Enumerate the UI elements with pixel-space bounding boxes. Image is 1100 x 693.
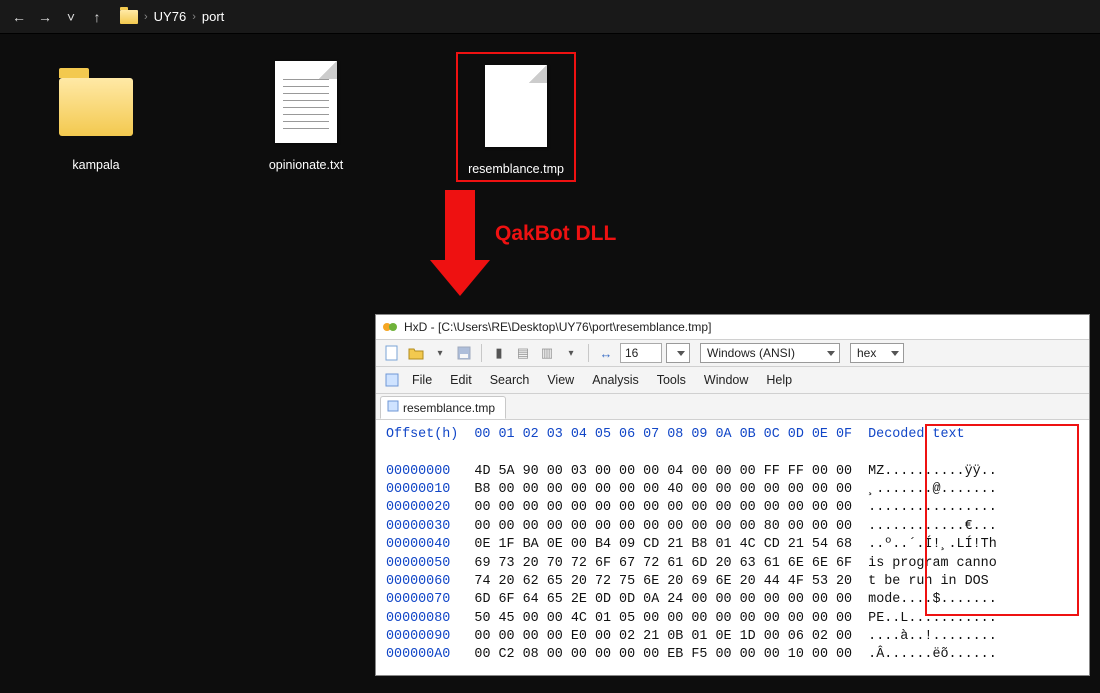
disk-icon[interactable]: ▮: [489, 343, 509, 363]
hxd-window: HxD - [C:\Users\RE\Desktop\UY76\port\res…: [375, 314, 1090, 676]
file-item-resemblance[interactable]: resemblance.tmp: [456, 52, 576, 182]
menu-file[interactable]: File: [404, 371, 440, 389]
menu-tools[interactable]: Tools: [649, 371, 694, 389]
annotation-label: QakBot DLL: [495, 222, 616, 246]
menu-edit[interactable]: Edit: [442, 371, 480, 389]
hxd-menubar: File Edit Search View Analysis Tools Win…: [376, 367, 1089, 394]
menu-view[interactable]: View: [539, 371, 582, 389]
clipboard-icon[interactable]: ▥: [537, 343, 557, 363]
breadcrumb-segment[interactable]: port: [198, 9, 228, 24]
hxd-tabbar: resemblance.tmp: [376, 394, 1089, 420]
open-file-icon[interactable]: [406, 343, 426, 363]
hxd-titlebar: HxD - [C:\Users\RE\Desktop\UY76\port\res…: [376, 315, 1089, 340]
folder-icon: [120, 10, 138, 24]
recent-dropdown[interactable]: ˅: [60, 6, 82, 28]
menu-search[interactable]: Search: [482, 371, 538, 389]
file-label: opinionate.txt: [246, 158, 366, 172]
columns-icon[interactable]: ↔: [596, 343, 616, 363]
text-file-icon: [275, 61, 337, 143]
hxd-tab[interactable]: resemblance.tmp: [380, 396, 506, 419]
file-item-opinionate[interactable]: opinionate.txt: [246, 52, 366, 172]
ram-icon[interactable]: ▤: [513, 343, 533, 363]
file-label: kampala: [36, 158, 156, 172]
file-item-kampala[interactable]: kampala: [36, 52, 156, 172]
hxd-small-icon: [382, 370, 402, 390]
dropdown-icon[interactable]: ▾: [430, 343, 450, 363]
breadcrumb-segment[interactable]: UY76: [150, 9, 191, 24]
hxd-tab-label: resemblance.tmp: [403, 401, 495, 415]
file-grid: kampala opinionate.txt resemblance.tmp: [0, 34, 1100, 200]
new-file-icon[interactable]: [382, 343, 402, 363]
save-icon[interactable]: [454, 343, 474, 363]
hxd-small-icon: [387, 400, 399, 415]
back-button[interactable]: ←: [8, 6, 30, 28]
hxd-icon: [382, 319, 398, 335]
menu-window[interactable]: Window: [696, 371, 756, 389]
dropdown-icon[interactable]: ▾: [561, 343, 581, 363]
columns-dropdown[interactable]: [666, 343, 690, 363]
hxd-title-text: HxD - [C:\Users\RE\Desktop\UY76\port\res…: [404, 320, 711, 334]
base-select[interactable]: hex: [850, 343, 904, 363]
file-label: resemblance.tmp: [458, 162, 574, 176]
menu-help[interactable]: Help: [758, 371, 800, 389]
explorer-navbar: ← → ˅ ↑ › UY76 › port: [0, 0, 1100, 34]
menu-analysis[interactable]: Analysis: [584, 371, 647, 389]
chevron-right-icon: ›: [190, 11, 198, 23]
hex-dump: Offset(h) 00 01 02 03 04 05 06 07 08 09 …: [386, 426, 1079, 665]
up-button[interactable]: ↑: [86, 6, 108, 28]
hxd-toolbar: ▾ ▮ ▤ ▥ ▾ ↔ 16 Windows (ANSI) hex: [376, 340, 1089, 367]
hex-view[interactable]: Offset(h) 00 01 02 03 04 05 06 07 08 09 …: [376, 420, 1089, 675]
chevron-right-icon: ›: [142, 11, 150, 23]
blank-file-icon: [485, 65, 547, 147]
annotation-arrow: [430, 190, 490, 296]
encoding-select[interactable]: Windows (ANSI): [700, 343, 840, 363]
forward-button[interactable]: →: [34, 6, 56, 28]
folder-icon: [59, 78, 133, 136]
columns-field[interactable]: 16: [620, 343, 662, 363]
